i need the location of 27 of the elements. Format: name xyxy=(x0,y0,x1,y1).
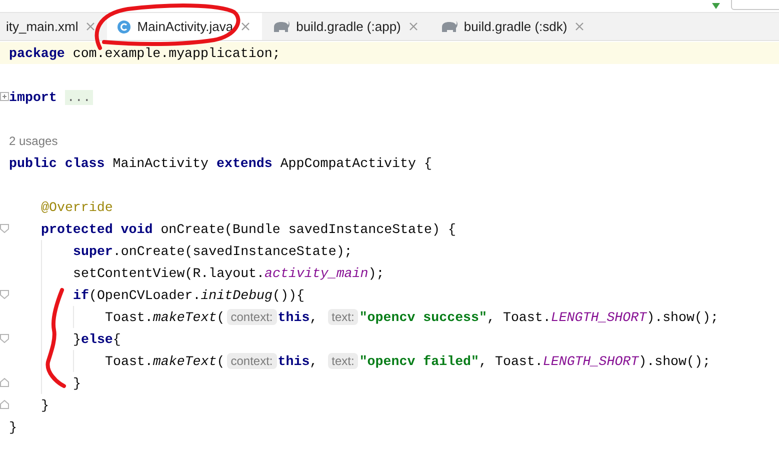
usages-hint[interactable]: 2 usages xyxy=(9,134,58,148)
editor-tab[interactable]: build.gradle (:sdk) xyxy=(430,13,568,40)
code-text: } xyxy=(41,398,49,412)
parameter-hint: text: xyxy=(328,309,358,325)
code-text: Toast.makeText( xyxy=(105,310,225,324)
code-text: "opencv failed", Toast.LENGTH_SHORT).show(); xyxy=(359,354,710,368)
code-text: package com.example.myapplication; xyxy=(9,46,280,60)
code-text: }else{ xyxy=(73,332,121,346)
code-text: this, xyxy=(278,310,319,324)
code-text: this, xyxy=(278,354,319,368)
parameter-hint: context: xyxy=(226,353,277,369)
code-text: } xyxy=(73,376,81,390)
code-text: if(OpenCVLoader.initDebug()){ xyxy=(73,288,304,302)
code-text: setContentView(R.layout.activity_main); xyxy=(73,266,384,280)
editor-tab[interactable]: build.gradle (:app) xyxy=(262,13,401,40)
code-text: @Override xyxy=(41,200,113,214)
code-text: super.onCreate(savedInstanceState); xyxy=(73,244,352,258)
code-text: "opencv success", Toast.LENGTH_SHORT).show(); xyxy=(359,310,718,324)
editor-tab[interactable]: ity_main.xml xyxy=(0,13,78,40)
parameter-hint: context: xyxy=(226,309,277,325)
code-text: } xyxy=(9,420,17,434)
parameter-hint: text: xyxy=(328,353,358,369)
code-text: Toast.makeText( xyxy=(105,354,225,368)
folded-imports[interactable]: ... xyxy=(64,90,93,104)
code-text: protected void onCreate(Bundle savedInstanceState) { xyxy=(41,222,456,236)
code-text: public class MainActivity extends AppCompatActivity { xyxy=(9,156,432,170)
code-text: import xyxy=(9,90,57,104)
